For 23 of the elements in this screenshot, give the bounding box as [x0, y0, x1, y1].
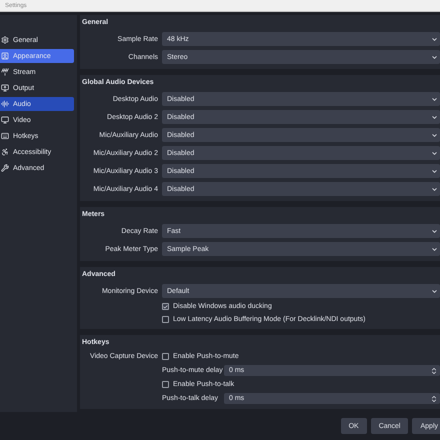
caret-icon: [431, 288, 438, 294]
caret-icon: [431, 132, 438, 138]
stepper-icon: [430, 394, 438, 402]
stepper-icon: [430, 366, 438, 374]
wrench-icon: [1, 164, 9, 172]
monitor-icon: [1, 84, 9, 92]
sound-wave-icon: [1, 100, 9, 108]
caret-icon: [431, 246, 438, 252]
keyboard-icon: [1, 132, 9, 140]
caret-icon: [431, 96, 438, 102]
caret-icon: [431, 36, 438, 42]
gear-icon: [1, 36, 9, 44]
accessibility-icon: [1, 148, 9, 156]
caret-icon: [431, 54, 438, 60]
monitor-icon: [1, 116, 9, 124]
caret-icon: [431, 168, 438, 174]
caret-icon: [431, 186, 438, 192]
user-icon: [1, 52, 9, 60]
caret-icon: [431, 114, 438, 120]
caret-icon: [431, 150, 438, 156]
check-icon: [163, 304, 168, 310]
caret-icon: [431, 228, 438, 234]
antenna-icon: [1, 68, 9, 76]
